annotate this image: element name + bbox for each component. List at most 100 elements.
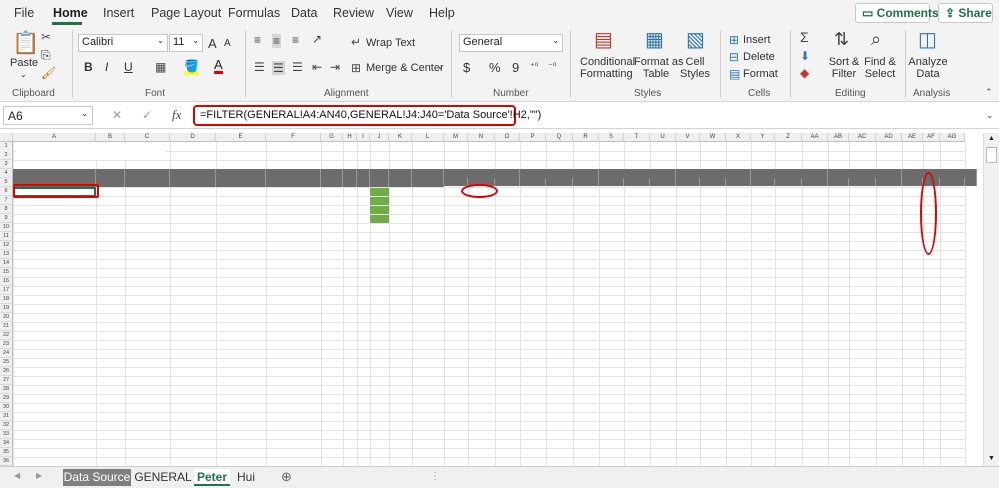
row-header[interactable]: 22	[0, 331, 13, 340]
row-header[interactable]: 10	[0, 223, 13, 232]
number-format-select[interactable]: General ⌄	[459, 34, 563, 52]
fill-icon[interactable]: ⬇	[800, 50, 810, 62]
italic-button[interactable]: I	[105, 60, 108, 74]
row-header[interactable]: 9	[0, 214, 13, 223]
row-header[interactable]: 15	[0, 268, 13, 277]
cut-icon[interactable]: ✂	[41, 31, 51, 43]
cell-styles-icon[interactable]: ▧	[686, 30, 705, 50]
tab-data[interactable]: Data	[291, 6, 317, 20]
expand-formula-icon[interactable]: ⌄	[986, 111, 994, 120]
insert-function-button[interactable]: fx	[172, 108, 181, 121]
paste-icon[interactable]: 📋	[12, 32, 39, 54]
paste-dropdown-icon[interactable]: ⌄	[20, 70, 27, 79]
column-header[interactable]: V	[676, 133, 700, 142]
row-header[interactable]: 36	[0, 457, 13, 466]
copy-icon[interactable]: ⎘	[41, 49, 51, 61]
column-header[interactable]: AG	[940, 133, 965, 142]
row-header[interactable]: 35	[0, 448, 13, 457]
column-header[interactable]: W	[700, 133, 726, 142]
format-as-table-icon[interactable]: ▦	[645, 30, 664, 50]
column-header[interactable]: N	[468, 133, 495, 142]
delete-cells-button[interactable]: Delete	[743, 51, 775, 63]
row-header[interactable]: 24	[0, 349, 13, 358]
analyze-data-icon[interactable]: ◫	[918, 30, 937, 50]
vertical-scrollbar[interactable]: ▲ ▼	[983, 133, 999, 466]
tab-insert[interactable]: Insert	[103, 6, 134, 20]
row-header[interactable]: 25	[0, 358, 13, 367]
column-header[interactable]: C	[125, 133, 170, 142]
row-header[interactable]: 5	[0, 178, 13, 187]
orientation-icon[interactable]: ↗	[312, 33, 322, 45]
increase-indent-icon[interactable]: ⇥	[330, 61, 340, 73]
row-header[interactable]: 3	[0, 160, 13, 169]
bold-button[interactable]: B	[84, 60, 93, 74]
align-right-icon[interactable]: ☰	[292, 61, 303, 73]
sort-filter-icon[interactable]: ⇅	[834, 30, 849, 48]
column-header[interactable]: AB	[828, 133, 849, 142]
row-header[interactable]: 19	[0, 304, 13, 313]
chevron-down-icon[interactable]: ⌄	[437, 62, 444, 71]
comments-button[interactable]: ▭ Comments	[855, 3, 939, 23]
sort-filter-button[interactable]: Sort & Filter	[826, 56, 862, 80]
percent-button[interactable]: %	[489, 60, 501, 75]
row-header[interactable]: 20	[0, 313, 13, 322]
row-header[interactable]: 26	[0, 367, 13, 376]
next-sheet-icon[interactable]: ▶	[36, 472, 42, 480]
row-header[interactable]: 6	[0, 187, 13, 196]
tab-help[interactable]: Help	[429, 6, 455, 20]
align-left-icon[interactable]: ☰	[254, 61, 265, 73]
worksheet-grid[interactable]: A B C D E F G H I J K L M N O P Q R S T U V W X Y Z AA AB AC AD AE AF AG…	[0, 133, 983, 466]
wrap-text-button[interactable]: Wrap Text	[366, 37, 415, 49]
row-header[interactable]: 7	[0, 196, 13, 205]
shrink-font-button[interactable]: A	[224, 38, 231, 49]
column-header[interactable]: A	[13, 133, 96, 142]
column-header[interactable]: F	[266, 133, 321, 142]
scroll-up-icon[interactable]: ▲	[988, 135, 995, 142]
row-header[interactable]: 32	[0, 421, 13, 430]
column-header[interactable]: L	[412, 133, 444, 142]
column-header[interactable]: E	[216, 133, 266, 142]
row-header[interactable]: 11	[0, 232, 13, 241]
tab-page-layout[interactable]: Page Layout	[151, 6, 221, 20]
row-header[interactable]: 18	[0, 295, 13, 304]
tab-home[interactable]: Home	[53, 6, 88, 20]
column-header[interactable]: J	[370, 133, 389, 142]
column-header[interactable]: AD	[876, 133, 902, 142]
row-header[interactable]: 29	[0, 394, 13, 403]
column-header[interactable]: AC	[849, 133, 876, 142]
row-header[interactable]: 27	[0, 376, 13, 385]
conditional-formatting-icon[interactable]: ▤	[594, 30, 613, 50]
clear-icon[interactable]: ◆	[800, 67, 809, 79]
comma-button[interactable]: 9	[512, 60, 519, 75]
align-center-icon[interactable]: ☰	[272, 61, 285, 75]
column-header[interactable]: M	[444, 133, 468, 142]
format-painter-icon[interactable]: 🖌	[41, 67, 56, 79]
add-sheet-icon[interactable]: ⊕	[281, 470, 292, 483]
scroll-thumb[interactable]	[986, 147, 997, 163]
analyze-data-button[interactable]: Analyze Data	[906, 56, 950, 80]
column-header[interactable]: Y	[751, 133, 775, 142]
column-header[interactable]: S	[599, 133, 624, 142]
row-header[interactable]: 2	[0, 151, 13, 160]
row-header[interactable]: 17	[0, 286, 13, 295]
insert-cells-button[interactable]: Insert	[743, 34, 771, 46]
underline-button[interactable]: U	[124, 60, 133, 74]
column-header[interactable]: X	[726, 133, 751, 142]
sheet-tab-hui[interactable]: Hui	[232, 469, 260, 486]
tab-file[interactable]: File	[14, 6, 34, 20]
row-header[interactable]: 16	[0, 277, 13, 286]
sheet-tab-peter[interactable]: Peter	[194, 469, 230, 486]
row-header[interactable]: 23	[0, 340, 13, 349]
column-header[interactable]: R	[573, 133, 599, 142]
conditional-formatting-button[interactable]: Conditional Formatting	[580, 56, 635, 80]
row-header[interactable]: 30	[0, 403, 13, 412]
column-header[interactable]: D	[170, 133, 216, 142]
row-header[interactable]: 34	[0, 439, 13, 448]
fill-color-icon[interactable]: 🪣	[184, 60, 199, 75]
column-header[interactable]: B	[96, 133, 125, 142]
sheet-bar-splitter-icon[interactable]: ⋮	[430, 472, 440, 482]
autosum-icon[interactable]: Σ	[800, 30, 809, 44]
insert-cells-icon[interactable]: ⊞	[729, 34, 739, 46]
align-bottom-icon[interactable]: ≡	[292, 34, 299, 46]
enter-icon[interactable]: ✓	[142, 109, 152, 121]
